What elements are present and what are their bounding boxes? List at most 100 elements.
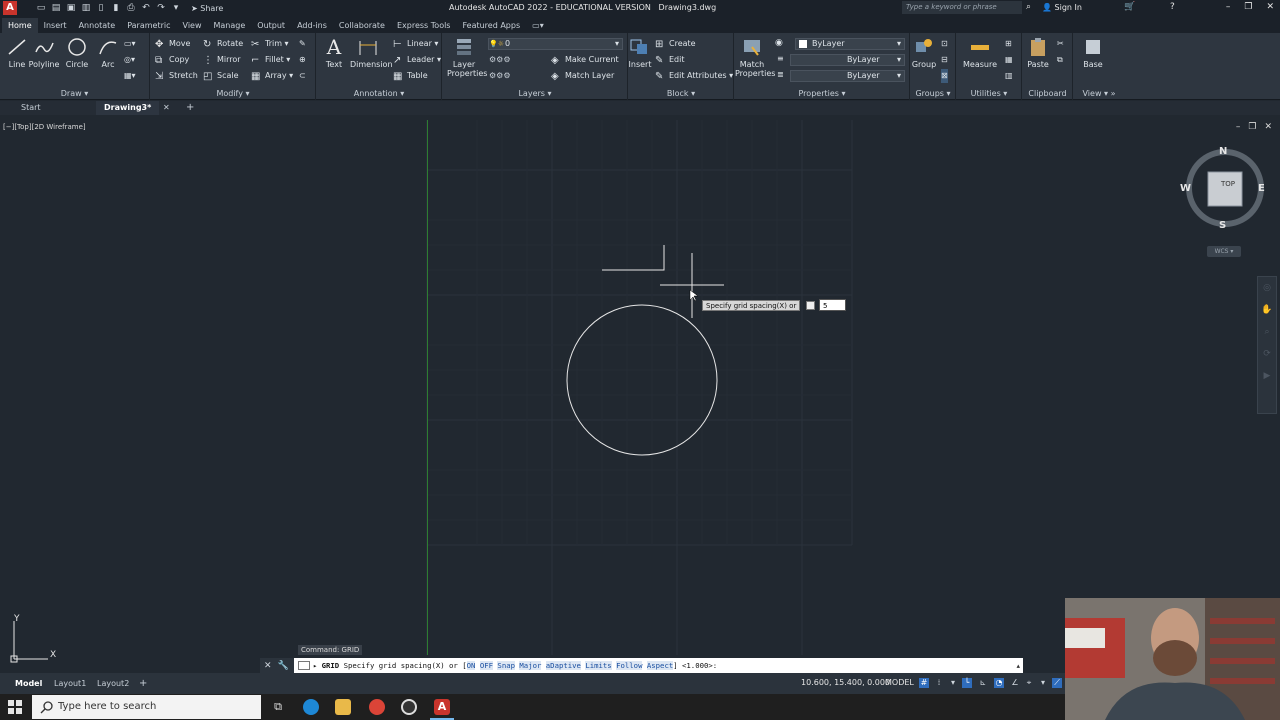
obs-icon[interactable] bbox=[401, 699, 417, 715]
viewcube-top-face[interactable]: TOP bbox=[1211, 180, 1245, 188]
mirror-button[interactable]: ⋮ Mirror bbox=[203, 53, 241, 67]
search-icon[interactable]: ⌕ bbox=[1026, 2, 1031, 12]
help-icon[interactable]: ? bbox=[1170, 2, 1175, 12]
polar-tracking-icon[interactable]: ⊾ bbox=[978, 678, 988, 688]
new-icon[interactable]: ▭ bbox=[35, 3, 47, 14]
snap-menu-chevron-icon[interactable]: ▾ bbox=[948, 678, 958, 688]
lineweight-toggle-icon[interactable]: ⟋ bbox=[1052, 678, 1062, 688]
ortho-mode-icon[interactable]: └ bbox=[962, 678, 972, 688]
polyline-button[interactable]: Polyline bbox=[27, 37, 61, 69]
layers-panel-title[interactable]: Layers ▾ bbox=[443, 89, 627, 98]
file-explorer-icon[interactable] bbox=[335, 699, 351, 715]
ribbon-toggle-icon[interactable]: ▭▾ bbox=[526, 18, 550, 33]
cut-icon[interactable]: ✂ bbox=[1057, 37, 1064, 51]
command-line[interactable]: ✕ 🔧 ▸ GRID Specify grid spacing(X) or [O… bbox=[260, 658, 1023, 673]
command-expand-icon[interactable]: ▴ bbox=[1016, 662, 1020, 670]
rotate-button[interactable]: ↻ Rotate bbox=[203, 37, 243, 51]
properties-panel-title[interactable]: Properties ▾ bbox=[735, 89, 909, 98]
rectangle-icon[interactable]: ▭▾ bbox=[124, 37, 136, 51]
layout-tab-model[interactable]: Model bbox=[15, 677, 42, 690]
linetype-icon[interactable]: ≣ bbox=[777, 68, 784, 82]
hatch-icon[interactable]: ◎▾ bbox=[124, 53, 135, 67]
option-major[interactable]: Major bbox=[519, 661, 542, 670]
lineweight-icon[interactable]: ≡ bbox=[777, 52, 784, 66]
close-tab-icon[interactable]: ✕ bbox=[163, 101, 170, 115]
add-layout-icon[interactable]: + bbox=[139, 677, 147, 690]
object-snap-icon[interactable]: ⌖ bbox=[1024, 678, 1034, 688]
wcs-menu[interactable]: WCS ▾ bbox=[1207, 246, 1241, 257]
array-button[interactable]: ▦ Array ▾ bbox=[251, 69, 293, 83]
windows-start-icon[interactable] bbox=[8, 700, 22, 714]
group-select-icon[interactable]: ⊠ bbox=[941, 69, 948, 83]
create-block-button[interactable]: ⊞ Create bbox=[655, 37, 696, 51]
scale-button[interactable]: ◰ Scale bbox=[203, 69, 239, 83]
dimension-button[interactable]: Dimension bbox=[350, 37, 393, 69]
trim-button[interactable]: ✂ Trim ▾ bbox=[251, 37, 289, 51]
coordinates-readout[interactable]: 10.600, 15.400, 0.000 bbox=[801, 678, 890, 687]
minimize-icon[interactable]: – bbox=[1226, 2, 1231, 12]
option-snap[interactable]: Snap bbox=[497, 661, 515, 670]
share-button[interactable]: ➤ Share bbox=[191, 4, 223, 13]
layer-tools-icon[interactable]: ⚙⚙⚙ bbox=[489, 55, 511, 64]
drawing-area[interactable] bbox=[0, 116, 1280, 660]
quick-select-icon[interactable]: ⊞ bbox=[1005, 37, 1012, 51]
match-layer-button[interactable]: ◈ Match Layer bbox=[551, 69, 614, 83]
object-snap-tracking-icon[interactable]: ∠ bbox=[1010, 678, 1020, 688]
lineweight-dropdown[interactable]: ByLayer ▾ bbox=[790, 70, 905, 82]
measure-button[interactable]: Measure bbox=[961, 37, 999, 69]
restore-icon[interactable]: ❐ bbox=[1244, 2, 1252, 12]
plot-icon[interactable]: ⎙ bbox=[125, 3, 137, 14]
save-as-icon[interactable]: ▥ bbox=[80, 3, 92, 14]
utilities-panel-title[interactable]: Utilities ▾ bbox=[957, 89, 1021, 98]
explode-icon[interactable]: ⊕ bbox=[299, 53, 306, 67]
offset-icon[interactable]: ⊂ bbox=[299, 69, 306, 83]
annotation-panel-title[interactable]: Annotation ▾ bbox=[317, 89, 441, 98]
tab-insert[interactable]: Insert bbox=[38, 18, 73, 33]
polyline-shape[interactable] bbox=[602, 245, 665, 271]
fillet-button[interactable]: ⌐ Fillet ▾ bbox=[251, 53, 290, 67]
group-button[interactable]: Group bbox=[907, 37, 941, 69]
block-panel-title[interactable]: Block ▾ bbox=[629, 89, 733, 98]
tab-view[interactable]: View bbox=[177, 18, 208, 33]
edit-attributes-button[interactable]: ✎ Edit Attributes ▾ bbox=[655, 69, 733, 83]
option-off[interactable]: OFF bbox=[479, 661, 494, 670]
edit-block-button[interactable]: ✎ Edit bbox=[655, 53, 685, 67]
layout-tab-layout1[interactable]: Layout1 bbox=[54, 677, 86, 690]
copy-button[interactable]: ⧉ Copy bbox=[155, 53, 189, 67]
zoom-icon[interactable]: ⌕ bbox=[1258, 321, 1276, 343]
erase-icon[interactable]: ✎ bbox=[299, 37, 306, 51]
region-icon[interactable]: ▦▾ bbox=[124, 69, 136, 83]
modify-panel-title[interactable]: Modify ▾ bbox=[151, 89, 315, 98]
keyword-search-input[interactable]: Type a keyword or phrase bbox=[902, 1, 1022, 14]
save-icon[interactable]: ▣ bbox=[65, 3, 77, 14]
option-adaptive[interactable]: aDaptive bbox=[545, 661, 581, 670]
taskbar-search-input[interactable]: Type here to search bbox=[32, 695, 261, 719]
cart-icon[interactable]: 🛒 bbox=[1124, 2, 1135, 12]
layer-tools-icon-2[interactable]: ⚙⚙⚙ bbox=[489, 71, 511, 80]
command-close-icon[interactable]: ✕ bbox=[264, 661, 272, 671]
customize-qat-icon[interactable]: ▾ bbox=[170, 3, 182, 14]
task-view-icon[interactable]: ⧉ bbox=[270, 699, 286, 715]
linetype-dropdown[interactable]: ByLayer ▾ bbox=[790, 54, 905, 66]
layer-dropdown[interactable]: 0 ▾ bbox=[488, 38, 623, 50]
view-panel-title[interactable]: View ▾ » bbox=[1074, 89, 1124, 98]
insert-button[interactable]: Insert bbox=[623, 37, 657, 69]
sign-in-button[interactable]: 👤 Sign In bbox=[1042, 3, 1082, 12]
viewport-close-icon[interactable]: ✕ bbox=[1264, 122, 1272, 132]
open-icon[interactable]: ▤ bbox=[50, 3, 62, 14]
autocad-taskbar-icon[interactable]: A bbox=[434, 699, 450, 715]
tab-add-ins[interactable]: Add-ins bbox=[291, 18, 333, 33]
option-on[interactable]: ON bbox=[466, 661, 476, 670]
color-dropdown[interactable]: ByLayer ▾ bbox=[795, 38, 905, 50]
grid-display-icon[interactable]: # bbox=[919, 678, 929, 688]
id-point-icon[interactable]: ▥ bbox=[1005, 69, 1013, 83]
viewport-controls-label[interactable]: [−][Top][2D Wireframe] bbox=[3, 123, 86, 131]
clipboard-panel-title[interactable]: Clipboard bbox=[1023, 89, 1072, 98]
dynamic-input-field[interactable]: 5 bbox=[819, 299, 846, 311]
pan-icon[interactable]: ✋ bbox=[1258, 299, 1276, 321]
copy-clip-icon[interactable]: ⧉ bbox=[1057, 53, 1063, 67]
chrome-icon[interactable] bbox=[369, 699, 385, 715]
model-space-button[interactable]: MODEL bbox=[885, 678, 914, 687]
tab-start[interactable]: Start bbox=[21, 101, 41, 115]
layer-properties-button[interactable]: Layer Properties bbox=[447, 37, 487, 78]
